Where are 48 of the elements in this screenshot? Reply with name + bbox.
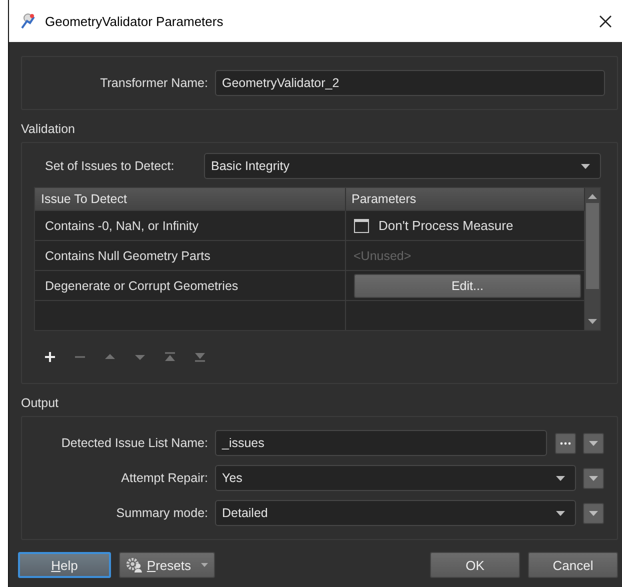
menu-button[interactable]	[583, 468, 604, 488]
caret-icon	[589, 476, 598, 480]
help-button[interactable]: Help	[18, 552, 111, 578]
menu-button[interactable]	[583, 432, 604, 454]
field-label: Set of Issues to Detect:	[44, 159, 176, 173]
dropdown-value: Yes	[222, 471, 244, 485]
window-title: GeometryValidator Parameters	[45, 14, 224, 28]
close-icon[interactable]	[599, 14, 612, 28]
field-label: Detected Issue List Name:	[60, 436, 208, 450]
caret-icon	[589, 510, 598, 516]
checkbox[interactable]	[354, 218, 368, 232]
table-cell: Contains -0, NaN, or Infinity	[35, 210, 345, 240]
presets-button[interactable]: Presets	[119, 552, 215, 578]
gear-icon	[126, 557, 143, 573]
ok-button[interactable]: OK	[430, 552, 520, 578]
app-icon	[19, 12, 37, 30]
table-cell: Contains Null Geometry Parts	[35, 240, 345, 270]
dropdown-value: Detailed	[222, 506, 269, 520]
section-title: Validation	[20, 121, 76, 138]
field-label: Summary mode:	[115, 506, 208, 520]
field-label: Attempt Repair:	[120, 471, 208, 485]
edit-button[interactable]: Edit...	[354, 274, 582, 298]
column-header: Parameters	[345, 188, 585, 210]
dropdown-value: Basic Integrity	[211, 159, 291, 173]
section-title: Output	[20, 395, 60, 412]
caret-icon	[201, 563, 208, 567]
menu-button[interactable]	[583, 502, 604, 524]
field-label: Transformer Name:	[99, 76, 208, 90]
table-cell: <Unused>	[354, 248, 412, 262]
dropdown[interactable]: Detailed	[215, 500, 576, 526]
add-icon[interactable]	[44, 351, 56, 363]
transformer-name-field[interactable]: GeometryValidator_2	[215, 70, 605, 96]
caret-icon	[581, 164, 590, 168]
cancel-button[interactable]: Cancel	[528, 552, 618, 578]
browse-button[interactable]	[555, 432, 576, 454]
table-cell: Degenerate or Corrupt Geometries	[35, 270, 345, 300]
ellipsis-icon	[560, 442, 571, 444]
text-field[interactable]: _issues	[215, 430, 547, 456]
caret-icon	[589, 440, 598, 446]
column-header: Issue To Detect	[35, 188, 345, 210]
issue-set-dropdown[interactable]: Basic Integrity	[204, 153, 601, 179]
checkbox-label: Don't Process Measure	[378, 218, 514, 233]
scroll-up-icon[interactable]	[588, 194, 598, 199]
dropdown[interactable]: Yes	[215, 465, 576, 491]
caret-icon	[556, 476, 565, 480]
scroll-down-icon[interactable]	[588, 319, 598, 324]
scrollbar[interactable]	[585, 188, 600, 330]
caret-icon	[556, 510, 565, 516]
